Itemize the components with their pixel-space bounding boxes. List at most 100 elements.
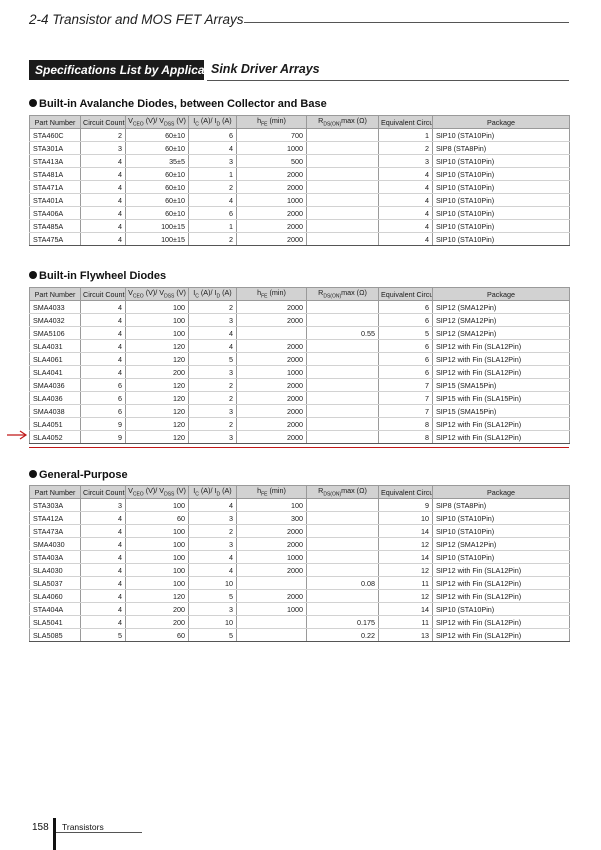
cell-package: SIP8 (STA8Pin) [432, 141, 570, 155]
cell-vceo-vdss: 120 [125, 378, 189, 392]
column-header-equivalent-circuit: Equivalent Circuit [378, 115, 433, 129]
cell-vceo-vdss: 35±5 [125, 154, 189, 168]
cell-equivalent-circuit: 6 [378, 300, 433, 314]
section-banner: Specifications List by Application Sink … [29, 60, 569, 81]
cell-rdson-max [306, 167, 379, 181]
cell-package: SIP12 with Fin (SLA12Pin) [432, 589, 570, 603]
cell-circuit-count: 3 [80, 498, 126, 512]
cell-package: SIP10 (STA10Pin) [432, 193, 570, 207]
cell-rdson-max [306, 232, 379, 246]
cell-rdson-max [306, 128, 379, 142]
cell-part-number: SMA4036 [29, 378, 81, 392]
table-row: SLA4030 4 100 4 2000 12 SIP12 with Fin (SLA12P… [29, 563, 570, 577]
cell-ic-id: 10 [188, 576, 237, 590]
table-row: SLA4061 4 120 5 2000 6 SIP12 with Fin (SLA12Pi… [29, 352, 570, 366]
table-row: SLA5085 5 60 5 0.22 13 SIP12 with Fin (SLA12Pi… [29, 628, 570, 642]
cell-vceo-vdss: 100 [125, 550, 189, 564]
cell-rdson-max [306, 404, 379, 418]
column-header-circuit-count: Circuit Count [80, 485, 126, 499]
section-title-avalanche: Built-in Avalanche Diodes, between Colle… [29, 98, 327, 110]
cell-hfe-min: 2000 [236, 524, 307, 538]
cell-ic-id: 3 [188, 404, 237, 418]
cell-equivalent-circuit: 14 [378, 602, 433, 616]
cell-equivalent-circuit: 4 [378, 219, 433, 233]
cell-package: SIP10 (STA10Pin) [432, 550, 570, 564]
cell-rdson-max [306, 339, 379, 353]
table-row: SLA4031 4 120 4 2000 6 SIP12 with Fin (SLA12Pi… [29, 339, 570, 353]
cell-package: SIP12 with Fin (SLA12Pin) [432, 365, 570, 379]
cell-hfe-min: 2000 [236, 417, 307, 431]
cell-equivalent-circuit: 6 [378, 352, 433, 366]
cell-equivalent-circuit: 14 [378, 524, 433, 538]
cell-rdson-max [306, 498, 379, 512]
cell-rdson-max [306, 417, 379, 431]
cell-package: SIP12 with Fin (SLA12Pin) [432, 563, 570, 577]
cell-rdson-max [306, 180, 379, 194]
cell-equivalent-circuit: 2 [378, 141, 433, 155]
arrow-right-icon [7, 430, 28, 440]
cell-circuit-count: 4 [80, 589, 126, 603]
cell-package: SIP10 (STA10Pin) [432, 167, 570, 181]
cell-hfe-min: 2000 [236, 404, 307, 418]
cell-vceo-vdss: 100 [125, 576, 189, 590]
cell-package: SIP12 with Fin (SLA12Pin) [432, 628, 570, 642]
cell-package: SIP10 (STA10Pin) [432, 511, 570, 525]
cell-circuit-count: 6 [80, 404, 126, 418]
cell-hfe-min: 100 [236, 498, 307, 512]
cell-rdson-max [306, 550, 379, 564]
cell-vceo-vdss: 100 [125, 498, 189, 512]
table-row: STA301A 3 60±10 4 1000 2 SIP8 (STA8Pin) [29, 141, 570, 155]
table-row: SLA4051 9 120 2 2000 8 SIP12 with Fin (SLA12Pi… [29, 417, 570, 431]
cell-ic-id: 6 [188, 128, 237, 142]
cell-hfe-min: 1000 [236, 193, 307, 207]
cell-equivalent-circuit: 11 [378, 576, 433, 590]
cell-ic-id: 6 [188, 206, 237, 220]
cell-circuit-count: 4 [80, 313, 126, 327]
cell-part-number: STA473A [29, 524, 81, 538]
cell-equivalent-circuit: 6 [378, 339, 433, 353]
table-header-row: Part Number Circuit Count VCEO (V)/ VDSS (… [29, 287, 570, 301]
cell-ic-id: 2 [188, 391, 237, 405]
cell-circuit-count: 4 [80, 326, 126, 340]
cell-part-number: STA404A [29, 602, 81, 616]
cell-circuit-count: 4 [80, 300, 126, 314]
cell-hfe-min: 2000 [236, 391, 307, 405]
spec-table-flywheel: Part Number Circuit Count VCEO (V)/ VDSS (… [29, 287, 570, 444]
cell-package: SIP12 (SMA12Pin) [432, 537, 570, 551]
cell-ic-id: 4 [188, 141, 237, 155]
column-header-hfe-min: hFE (min) [236, 485, 307, 499]
cell-rdson-max [306, 206, 379, 220]
column-header-vceo-vdss: VCEO (V)/ VDSS (V) [125, 485, 189, 499]
cell-vceo-vdss: 200 [125, 602, 189, 616]
cell-rdson-max: 0.55 [306, 326, 379, 340]
table-row: SLA4036 6 120 2 2000 7 SIP15 with Fin (SLA15Pi… [29, 391, 570, 405]
column-header-hfe-min: hFE (min) [236, 115, 307, 129]
table-row: STA481A 4 60±10 1 2000 4 SIP10 (STA10Pin) [29, 167, 570, 181]
cell-package: SIP15 (SMA15Pin) [432, 404, 570, 418]
bullet-icon [29, 470, 37, 478]
cell-hfe-min: 2000 [236, 339, 307, 353]
cell-ic-id: 3 [188, 313, 237, 327]
cell-vceo-vdss: 100 [125, 300, 189, 314]
cell-hfe-min: 2000 [236, 313, 307, 327]
cell-rdson-max [306, 524, 379, 538]
column-header-rdson-max: RDS(ON)max (Ω) [306, 115, 379, 129]
cell-circuit-count: 4 [80, 365, 126, 379]
cell-circuit-count: 5 [80, 628, 126, 642]
cell-ic-id: 5 [188, 352, 237, 366]
cell-circuit-count: 4 [80, 352, 126, 366]
cell-rdson-max [306, 602, 379, 616]
cell-part-number: SLA4030 [29, 563, 81, 577]
page-header: 2-4 Transistor and MOS FET Arrays [29, 12, 569, 36]
table-row: SMA5106 4 100 4 0.55 5 SIP12 (SMA12Pin) [29, 326, 570, 340]
cell-part-number: STA412A [29, 511, 81, 525]
banner-subcategory: Sink Driver Arrays [207, 60, 569, 81]
cell-circuit-count: 4 [80, 339, 126, 353]
cell-hfe-min: 1000 [236, 550, 307, 564]
cell-vceo-vdss: 120 [125, 430, 189, 444]
spec-table-general: Part Number Circuit Count VCEO (V)/ VDSS (… [29, 485, 570, 642]
table-row: STA460C 2 60±10 6 700 1 SIP10 (STA10Pin) [29, 128, 570, 142]
section-title-text: Built-in Avalanche Diodes, between Colle… [39, 98, 327, 110]
cell-part-number: SLA4031 [29, 339, 81, 353]
cell-equivalent-circuit: 4 [378, 193, 433, 207]
